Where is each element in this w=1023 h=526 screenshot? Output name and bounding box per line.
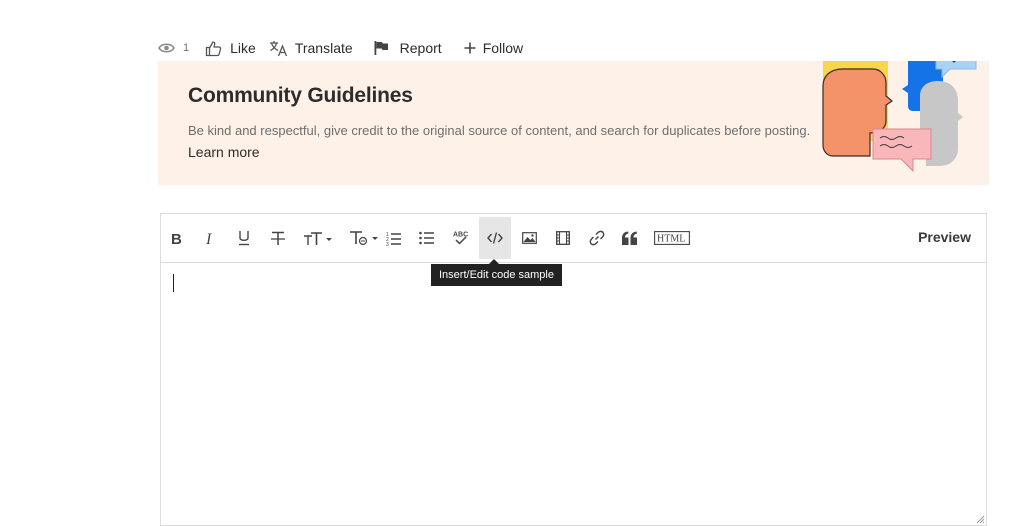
editor-content-area[interactable] [161, 263, 986, 525]
bold-button[interactable]: B [166, 217, 188, 259]
numbered-list-icon: 1 2 3 [386, 232, 401, 246]
strikethrough-icon [271, 231, 285, 245]
thumbs-up-icon [205, 40, 222, 56]
translate-button[interactable]: Translate [269, 40, 353, 57]
resize-handle-icon[interactable] [975, 514, 985, 524]
report-button[interactable]: Report [373, 40, 442, 56]
svg-text:B: B [171, 231, 182, 246]
code-icon [487, 232, 503, 244]
guidelines-text: Be kind and respectful, give credit to t… [188, 123, 811, 138]
eye-icon [158, 43, 175, 53]
view-count: 1 [158, 42, 189, 54]
text-format-button[interactable] [347, 217, 381, 259]
video-icon [556, 231, 570, 245]
follow-label: Follow [482, 40, 524, 56]
bold-icon: B [171, 231, 182, 246]
editor-toolbar: B I 1 2 3 ABC HTML Preview Insert/Edit c… [161, 214, 986, 286]
code-sample-button[interactable] [479, 217, 511, 259]
underline-icon [239, 230, 249, 245]
text-format-icon [350, 231, 378, 246]
insert-link-button[interactable] [586, 217, 608, 259]
spellcheck-button[interactable]: ABC [449, 217, 471, 259]
plus-icon [464, 42, 476, 54]
quote-icon [621, 231, 637, 245]
community-illustration [822, 61, 977, 173]
page: 1 Like Translate Report Follow Community… [0, 0, 1023, 526]
report-label: Report [399, 40, 442, 56]
rich-text-editor: B I 1 2 3 ABC HTML Preview Insert/Edit c… [160, 213, 987, 526]
image-icon [521, 232, 537, 244]
italic-icon: I [205, 231, 212, 246]
insert-image-button[interactable] [518, 217, 540, 259]
link-icon [589, 230, 605, 246]
insert-video-button[interactable] [552, 217, 574, 259]
italic-button[interactable]: I [199, 217, 221, 259]
numbered-list-button[interactable]: 1 2 3 [383, 217, 405, 259]
view-count-value: 1 [183, 42, 190, 54]
blockquote-button[interactable] [618, 217, 640, 259]
font-size-button[interactable] [301, 217, 335, 259]
flag-icon [374, 41, 388, 55]
translate-label: Translate [294, 40, 353, 56]
community-guidelines-banner: Community Guidelines Be kind and respect… [158, 61, 989, 185]
post-actions-bar: 1 Like Translate Report Follow [158, 36, 523, 60]
guidelines-title: Community Guidelines [188, 84, 413, 107]
strikethrough-button[interactable] [267, 217, 289, 259]
follow-button[interactable]: Follow [464, 40, 523, 56]
svg-text:3: 3 [386, 242, 389, 246]
learn-more-link[interactable]: Learn more [188, 144, 260, 160]
font-size-icon [304, 231, 332, 245]
html-icon: HTML [654, 231, 690, 245]
translate-icon [269, 40, 287, 56]
like-label: Like [230, 40, 256, 56]
html-source-button[interactable]: HTML [653, 217, 691, 259]
code-sample-tooltip: Insert/Edit code sample [431, 259, 562, 286]
preview-button[interactable]: Preview [918, 229, 971, 245]
bullet-list-icon [419, 231, 434, 245]
like-button[interactable]: Like [205, 40, 256, 57]
html-icon-label: HTML [657, 234, 685, 245]
bullet-list-button[interactable] [416, 217, 438, 259]
svg-text:I: I [205, 231, 212, 246]
spellcheck-icon: ABC [453, 232, 468, 245]
underline-button[interactable] [233, 217, 255, 259]
text-caret [173, 274, 174, 292]
